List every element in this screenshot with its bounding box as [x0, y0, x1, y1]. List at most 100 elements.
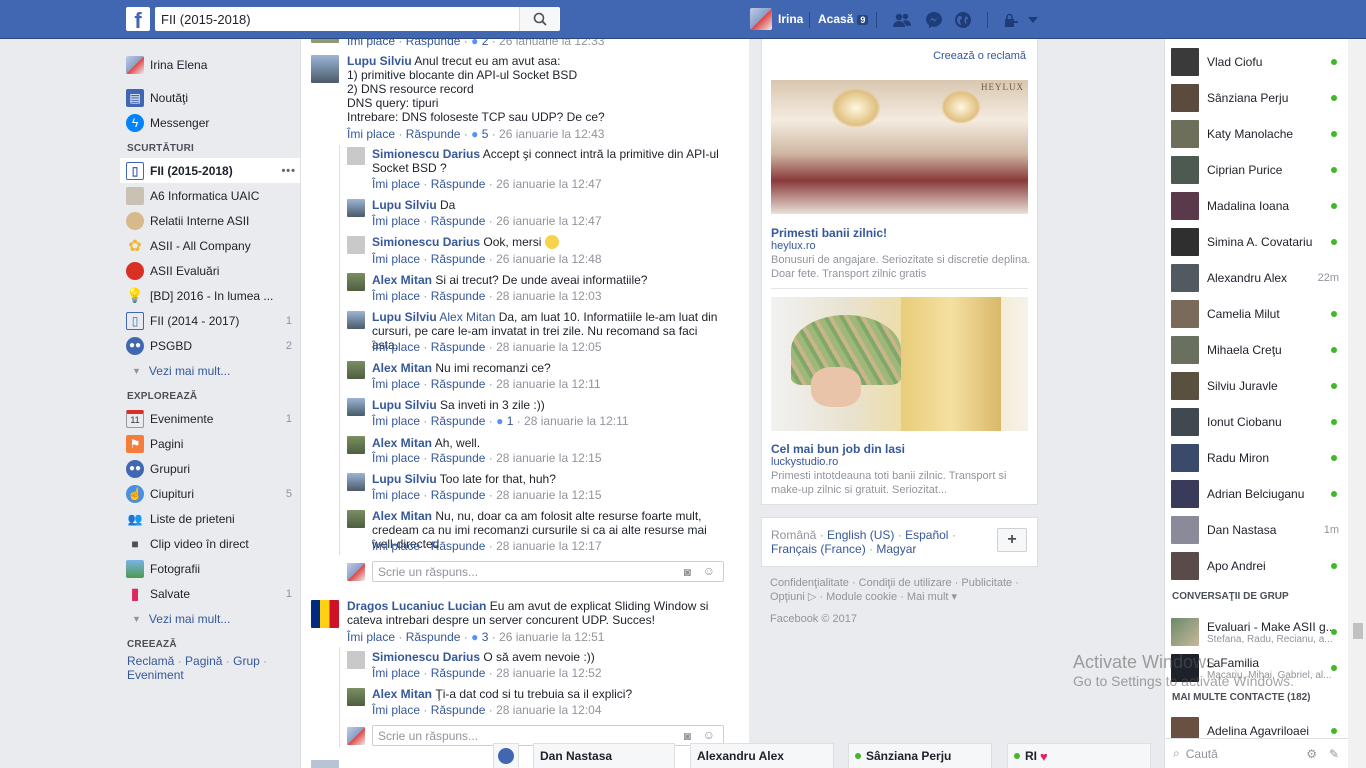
- more-options-icon[interactable]: •••: [281, 165, 296, 177]
- account-menu-button[interactable]: [1023, 10, 1043, 30]
- notifications-button[interactable]: [953, 10, 973, 30]
- like-link[interactable]: Îmi place: [347, 127, 395, 141]
- reply-link[interactable]: Răspunde: [431, 451, 486, 465]
- sidebar-item-psgbd[interactable]: ●● PSGBD 2: [120, 333, 300, 358]
- comment-time[interactable]: 28 ianuarie la 12:03: [496, 289, 601, 303]
- chat-contact[interactable]: Camelia Milut: [1171, 299, 1339, 329]
- create-page-link[interactable]: Pagină: [185, 654, 222, 668]
- emoji-icon[interactable]: ☺: [703, 564, 715, 578]
- reply-input[interactable]: Scrie un răspuns... ◙ ☺: [372, 561, 724, 582]
- avatar[interactable]: [311, 600, 339, 628]
- sidebar-item-pokes[interactable]: ☝ Ciupituri 5: [120, 481, 300, 506]
- search-button[interactable]: [519, 7, 559, 31]
- chat-contact[interactable]: Adrian Belciuganu: [1171, 479, 1339, 509]
- sidebar-item-a6-informatica[interactable]: A6 Informatica UAIC: [120, 183, 300, 208]
- comment-author[interactable]: Simionescu Darius: [372, 235, 480, 249]
- reply-link[interactable]: Răspunde: [431, 703, 486, 717]
- see-more-explore[interactable]: ▼ Vezi mai mult...: [120, 606, 300, 631]
- sidebar-item-groups[interactable]: ●● Grupuri: [120, 456, 300, 481]
- camera-icon[interactable]: ◙: [684, 565, 691, 579]
- like-link[interactable]: Îmi place: [372, 539, 420, 553]
- like-link[interactable]: Îmi place: [372, 488, 420, 502]
- language-link[interactable]: Español: [905, 528, 948, 542]
- like-link[interactable]: Îmi place: [372, 252, 420, 266]
- chat-contact[interactable]: Dan Nastasa 1m: [1171, 515, 1339, 545]
- sidebar-item-asii-all-company[interactable]: ✿ ASII - All Company: [120, 233, 300, 258]
- comment-author[interactable]: Alex Mitan: [372, 273, 432, 287]
- like-link[interactable]: Îmi place: [372, 666, 420, 680]
- chat-contact[interactable]: Vlad Ciofu: [1171, 47, 1339, 77]
- like-link[interactable]: Îmi place: [372, 214, 420, 228]
- comment-author[interactable]: Lupu Silviu: [347, 54, 412, 68]
- chat-tab[interactable]: RI ♥: [1007, 743, 1151, 768]
- chat-contact[interactable]: Apo Andrei: [1171, 551, 1339, 581]
- sidebar-item-asii-evaluari[interactable]: ASII Evaluări: [120, 258, 300, 283]
- comment-author[interactable]: Lupu Silviu: [372, 310, 437, 324]
- like-link[interactable]: Îmi place: [372, 703, 420, 717]
- friend-requests-button[interactable]: [892, 10, 912, 30]
- comment-author[interactable]: Simionescu Darius: [372, 147, 480, 161]
- sidebar-item-saved[interactable]: ▮ Salvate 1: [120, 581, 300, 606]
- comment-author[interactable]: Alex Mitan: [372, 436, 432, 450]
- sidebar-item-fii-2014-2017[interactable]: ▯ FII (2014 - 2017) 1: [120, 308, 300, 333]
- chat-tab[interactable]: Sânziana Perju: [848, 743, 992, 768]
- chat-tab[interactable]: Alexandru Alex: [690, 743, 834, 768]
- add-language-button[interactable]: +: [997, 528, 1027, 552]
- like-link[interactable]: Îmi place: [372, 414, 420, 428]
- language-link[interactable]: Français (France): [771, 542, 866, 556]
- footer-link[interactable]: Confidenţialitate: [770, 577, 849, 589]
- comment-author[interactable]: Lupu Silviu: [372, 472, 437, 486]
- comment-time[interactable]: 28 ianuarie la 12:04: [496, 703, 601, 717]
- comment-author[interactable]: Lupu Silviu: [372, 398, 437, 412]
- footer-link[interactable]: Mai mult: [907, 591, 949, 603]
- comment-time[interactable]: 26 ianuarie la 12:47: [496, 214, 601, 228]
- ad-image-heylux[interactable]: HEYLUX: [771, 80, 1028, 214]
- scrollbar-thumb[interactable]: [1353, 623, 1363, 639]
- privacy-shortcuts-button[interactable]: [1001, 10, 1021, 30]
- camera-icon[interactable]: ◙: [684, 729, 691, 743]
- reply-link[interactable]: Răspunde: [431, 289, 486, 303]
- avatar[interactable]: [347, 273, 365, 291]
- compose-icon[interactable]: ✎: [1329, 747, 1339, 761]
- reply-link[interactable]: Răspunde: [431, 214, 486, 228]
- search-input[interactable]: [155, 8, 519, 30]
- comment-author[interactable]: Alex Mitan: [372, 509, 432, 523]
- sidebar-item-live-video[interactable]: ■ Clip video în direct: [120, 531, 300, 556]
- chat-contact[interactable]: Mihaela Creţu: [1171, 335, 1339, 365]
- avatar[interactable]: [311, 760, 339, 768]
- reply-link[interactable]: Răspunde: [431, 488, 486, 502]
- avatar[interactable]: [347, 651, 365, 669]
- emoji-icon[interactable]: ☺: [703, 728, 715, 742]
- avatar[interactable]: [347, 688, 365, 706]
- avatar[interactable]: [347, 311, 365, 329]
- like-link[interactable]: Îmi place: [372, 451, 420, 465]
- footer-link[interactable]: Condiţii de utilizare: [859, 577, 952, 589]
- reply-link[interactable]: Răspunde: [431, 177, 486, 191]
- footer-link[interactable]: Publicitate: [961, 577, 1012, 589]
- chat-contact[interactable]: Ionut Ciobanu: [1171, 407, 1339, 437]
- reply-link[interactable]: Răspunde: [406, 39, 461, 48]
- comment-author[interactable]: Dragos Lucaniuc Lucian: [347, 599, 486, 613]
- messages-button[interactable]: [924, 10, 944, 30]
- reply-link[interactable]: Răspunde: [431, 340, 486, 354]
- comment-time[interactable]: 28 ianuarie la 12:17: [496, 539, 601, 553]
- sidebar-item-pages[interactable]: ⚑ Pagini: [120, 431, 300, 456]
- language-link[interactable]: English (US): [827, 528, 894, 542]
- sidebar-item-photos[interactable]: Fotografii: [120, 556, 300, 581]
- language-link[interactable]: Magyar: [876, 542, 916, 556]
- avatar[interactable]: [347, 147, 365, 165]
- comment-time[interactable]: 26 ianuarie la 12:33: [499, 39, 604, 48]
- avatar[interactable]: [347, 436, 365, 454]
- like-link[interactable]: Îmi place: [372, 289, 420, 303]
- group-conversation[interactable]: Evaluari - Make ASII g... Stefana, Radu,…: [1171, 615, 1339, 649]
- comment-time[interactable]: 28 ianuarie la 12:11: [524, 414, 629, 428]
- sidebar-item-events[interactable]: 11 Evenimente 1: [120, 406, 300, 431]
- comment-time[interactable]: 28 ianuarie la 12:52: [496, 666, 601, 680]
- gear-icon[interactable]: ⚙: [1306, 747, 1317, 761]
- reply-link[interactable]: Răspunde: [431, 252, 486, 266]
- comment-author[interactable]: Lupu Silviu: [372, 198, 437, 212]
- chat-contact[interactable]: Simina A. Covatariu: [1171, 227, 1339, 257]
- chat-search[interactable]: ⌕ Caută ⚙ ✎: [1165, 738, 1349, 768]
- footer-link[interactable]: Opţiuni: [770, 591, 805, 603]
- create-ad-link[interactable]: Reclamă: [127, 654, 174, 668]
